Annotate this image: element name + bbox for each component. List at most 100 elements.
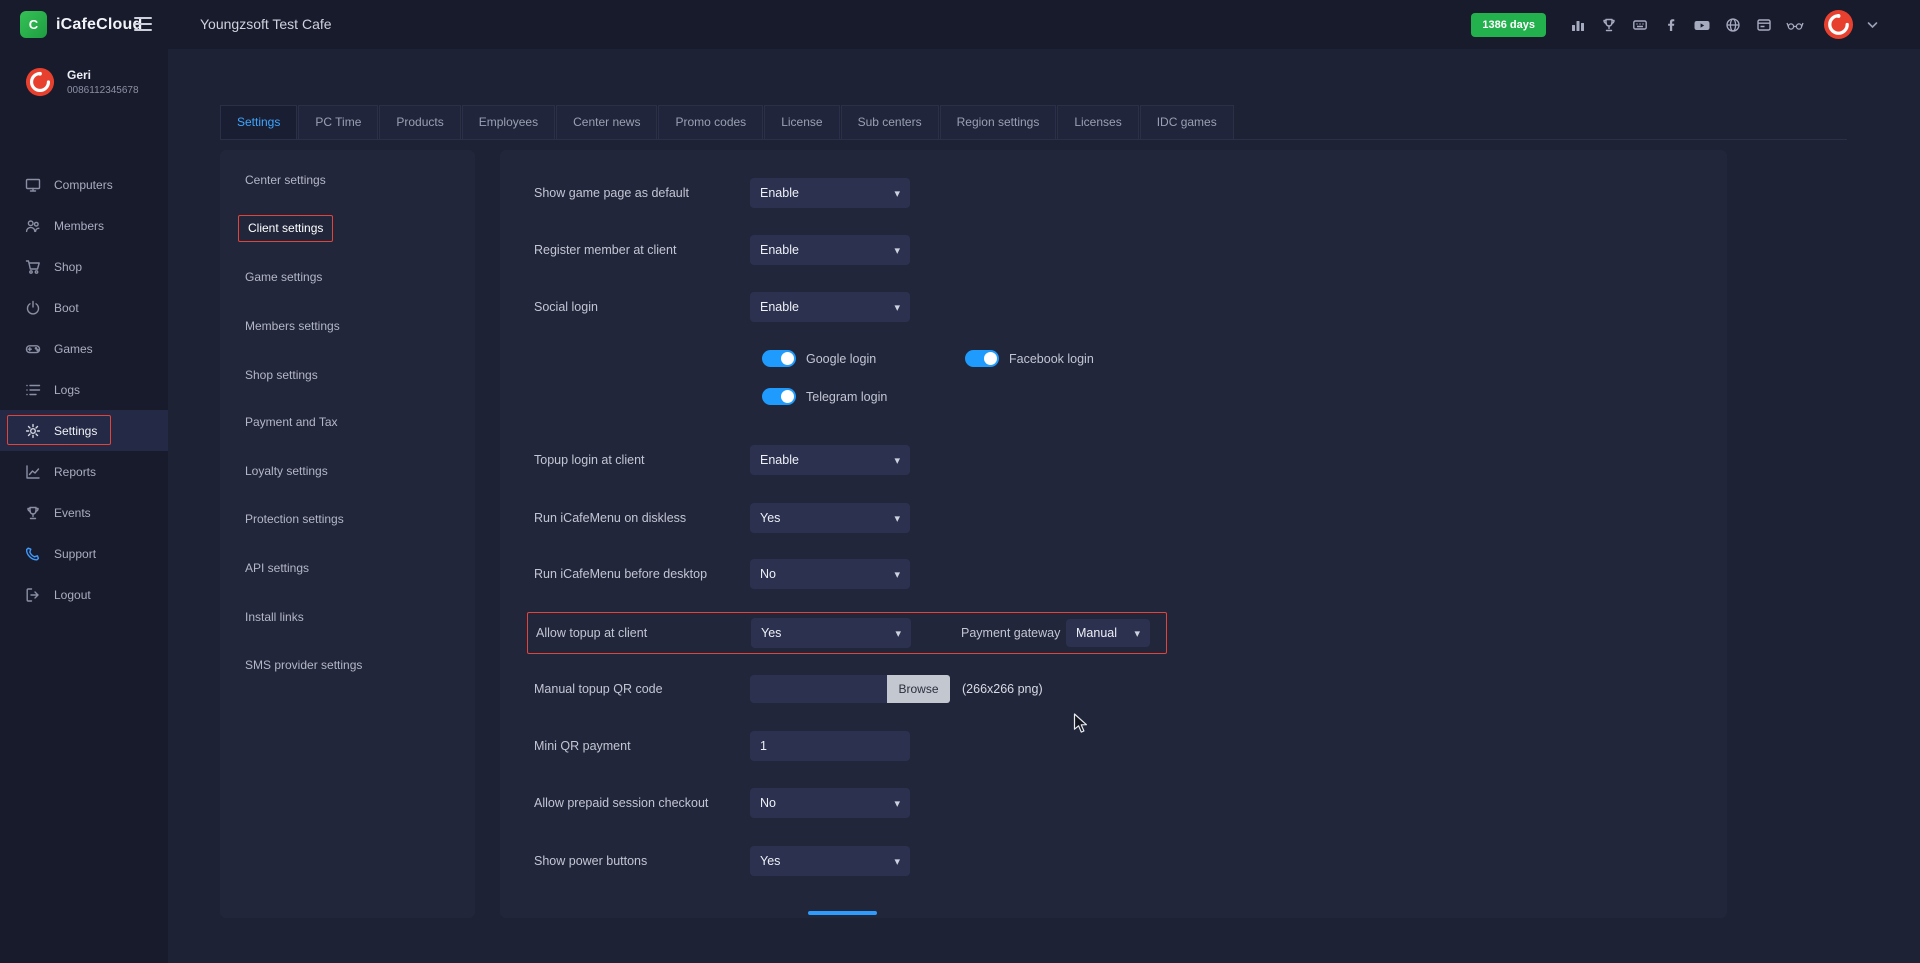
sidebar-item-reports[interactable]: Reports <box>0 451 168 492</box>
sidebar-item-logs[interactable]: Logs <box>0 369 168 410</box>
payment-gateway-select[interactable]: Manual▾ <box>1066 619 1150 647</box>
select-value: Enable <box>760 243 799 257</box>
tab-center-news[interactable]: Center news <box>556 105 657 139</box>
run-before-desktop-select[interactable]: No▾ <box>750 559 910 589</box>
sidebar-user[interactable]: Geri 0086112345678 <box>25 67 139 97</box>
user-phone: 0086112345678 <box>67 85 139 96</box>
computer-icon <box>25 177 41 193</box>
toggle-label: Google login <box>806 352 876 366</box>
tab-sub-centers[interactable]: Sub centers <box>841 105 939 139</box>
analytics-icon[interactable] <box>1569 16 1587 34</box>
nav-members-settings[interactable]: Members settings <box>245 312 340 340</box>
gamepad-icon <box>25 341 41 357</box>
field-label: Run iCafeMenu before desktop <box>534 559 707 589</box>
manual-qr-file-input[interactable] <box>750 675 887 703</box>
scroll-indicator[interactable] <box>808 911 877 915</box>
menu-hamburger-icon[interactable] <box>134 17 152 35</box>
cart-icon <box>25 259 41 275</box>
social-login-select[interactable]: Enable▾ <box>750 292 910 322</box>
sidebar-item-games[interactable]: Games <box>0 328 168 369</box>
gear-icon <box>25 423 41 439</box>
run-diskless-select[interactable]: Yes▾ <box>750 503 910 533</box>
power-buttons-select[interactable]: Yes▾ <box>750 846 910 876</box>
nav-loyalty-settings[interactable]: Loyalty settings <box>245 457 328 485</box>
glasses-icon[interactable] <box>1786 16 1804 34</box>
sidebar-user-avatar <box>25 67 55 97</box>
tab-products[interactable]: Products <box>379 105 460 139</box>
globe-icon[interactable] <box>1724 16 1742 34</box>
sidebar-item-events[interactable]: Events <box>0 492 168 533</box>
sidebar-item-logout[interactable]: Logout <box>0 574 168 615</box>
sidebar-item-boot[interactable]: Boot <box>0 287 168 328</box>
sidebar-item-label: Logout <box>54 588 91 602</box>
trophy-icon[interactable] <box>1600 16 1618 34</box>
topup-login-select[interactable]: Enable▾ <box>750 445 910 475</box>
show-game-page-select[interactable]: Enable ▾ <box>750 178 910 208</box>
brand[interactable]: C iCafeCloud <box>20 11 142 38</box>
chevron-down-icon[interactable] <box>1867 21 1878 29</box>
field-label: Manual topup QR code <box>534 675 663 703</box>
tab-region-settings[interactable]: Region settings <box>940 105 1057 139</box>
sidebar-item-computers[interactable]: Computers <box>0 164 168 205</box>
sidebar-item-label: Support <box>54 547 96 561</box>
mini-qr-payment-input[interactable] <box>750 731 910 761</box>
tab-license[interactable]: License <box>764 105 839 139</box>
select-caret-icon: ▾ <box>894 187 900 200</box>
nav-install-links[interactable]: Install links <box>245 603 304 631</box>
select-value: Manual <box>1076 626 1117 640</box>
nav-shop-settings[interactable]: Shop settings <box>245 361 318 389</box>
google-login-toggle-item: Google login <box>762 350 876 367</box>
nav-payment-and-tax[interactable]: Payment and Tax <box>245 408 338 436</box>
nav-sms-provider-settings[interactable]: SMS provider settings <box>245 651 362 679</box>
select-value: Enable <box>760 186 799 200</box>
nav-protection-settings[interactable]: Protection settings <box>245 505 344 533</box>
youtube-icon[interactable] <box>1693 16 1711 34</box>
tab-idc-games[interactable]: IDC games <box>1140 105 1234 139</box>
console-icon[interactable] <box>1631 16 1649 34</box>
tab-pc-time[interactable]: PC Time <box>298 105 378 139</box>
facebook-icon[interactable] <box>1662 16 1680 34</box>
field-label: Allow prepaid session checkout <box>534 788 708 818</box>
google-login-toggle[interactable] <box>762 350 796 367</box>
sidebar-item-label: Settings <box>54 424 97 438</box>
select-value: No <box>760 796 776 810</box>
prepaid-checkout-select[interactable]: No▾ <box>750 788 910 818</box>
sidebar: Geri 0086112345678 Computers Members Sho… <box>0 49 168 963</box>
user-name: Geri <box>67 68 139 82</box>
settings-nav-panel: Center settings Client settings Game set… <box>220 150 475 918</box>
nav-client-settings[interactable]: Client settings <box>238 215 333 242</box>
nav-center-settings[interactable]: Center settings <box>245 166 326 194</box>
telegram-login-toggle[interactable] <box>762 388 796 405</box>
report-chart-icon <box>25 464 41 480</box>
card-icon[interactable] <box>1755 16 1773 34</box>
trophy-icon <box>25 505 41 521</box>
sidebar-nav: Computers Members Shop Boot Games Logs S… <box>0 164 168 615</box>
telegram-login-toggle-item: Telegram login <box>762 388 887 405</box>
browse-button[interactable]: Browse <box>887 675 950 703</box>
tab-licenses[interactable]: Licenses <box>1057 105 1138 139</box>
tab-employees[interactable]: Employees <box>462 105 555 139</box>
sidebar-item-label: Shop <box>54 260 82 274</box>
topbar-right: 1386 days <box>1471 0 1878 49</box>
cafe-title: Youngzsoft Test Cafe <box>200 0 332 49</box>
sidebar-item-shop[interactable]: Shop <box>0 246 168 287</box>
power-icon <box>25 300 41 316</box>
license-days-badge[interactable]: 1386 days <box>1471 13 1546 37</box>
brand-name: iCafeCloud <box>56 16 142 34</box>
sidebar-item-members[interactable]: Members <box>0 205 168 246</box>
members-icon <box>25 218 41 234</box>
nav-game-settings[interactable]: Game settings <box>245 263 322 291</box>
tab-settings[interactable]: Settings <box>220 105 297 139</box>
facebook-login-toggle[interactable] <box>965 350 999 367</box>
field-label: Register member at client <box>534 235 676 265</box>
user-avatar[interactable] <box>1823 9 1854 40</box>
select-caret-icon: ▾ <box>894 512 900 525</box>
sidebar-item-support[interactable]: Support <box>0 533 168 574</box>
allow-topup-select[interactable]: Yes▾ <box>751 618 911 648</box>
nav-api-settings[interactable]: API settings <box>245 554 309 582</box>
sidebar-item-settings[interactable]: Settings <box>0 410 168 451</box>
select-caret-icon: ▾ <box>894 301 900 314</box>
sidebar-item-label: Reports <box>54 465 96 479</box>
register-member-select[interactable]: Enable▾ <box>750 235 910 265</box>
tab-promo-codes[interactable]: Promo codes <box>658 105 763 139</box>
